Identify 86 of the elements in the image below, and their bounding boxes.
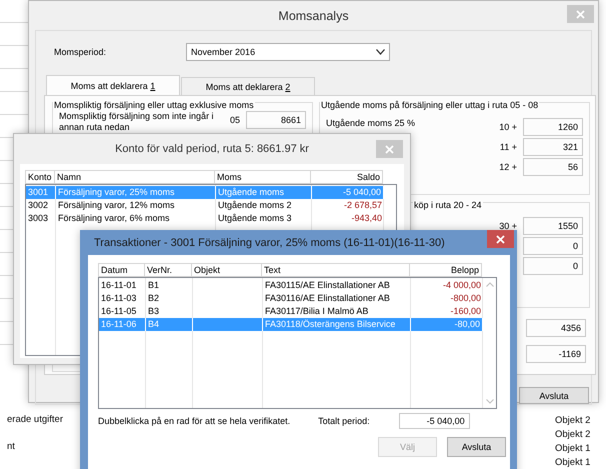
column-header[interactable]: Datum (98, 263, 145, 277)
close-dialog-button[interactable]: Avsluta (519, 387, 589, 404)
table-cell-text: B2 (147, 292, 160, 305)
table-cell-text: Utgående moms 3 (217, 212, 293, 225)
sheet-text: nt (7, 440, 16, 453)
field-label: Momspliktig försäljning som inte ingår i annan ruta nedan (59, 111, 215, 133)
column-header[interactable]: Text (262, 263, 410, 277)
table-cell: Försäljning varor, 25% moms (56, 186, 216, 199)
table-cell-text: FA30115/AE Elinstallationer AB (264, 279, 391, 292)
value-field[interactable]: 321 (523, 138, 583, 156)
table-cell-text: B1 (147, 279, 160, 292)
value-field[interactable]: 4356 (526, 319, 586, 337)
box-code: 11 + (500, 141, 517, 154)
sheet-text: Objekt 2 (555, 414, 590, 427)
total-label: Totalt period: (318, 414, 370, 428)
window-title: Transaktioner - 3001 Försäljning varor, 25% moms (16-11-01)(16-11-30) (94, 236, 445, 248)
sheet-text: Objekt 1 (555, 456, 590, 469)
table-cell-text: 3002 (27, 199, 50, 212)
box-code: 30 + (499, 220, 517, 233)
sheet-text: Objekt 1 (555, 442, 590, 455)
field-label: Utgående moms 25 % (326, 118, 416, 129)
value-field[interactable]: 56 (523, 158, 583, 176)
value-field[interactable]: 1260 (523, 118, 583, 136)
sheet-text: Objekt 2 (555, 428, 590, 441)
window-title: Momsanalys (278, 8, 349, 22)
table-cell-text: -4 000,00 (442, 279, 482, 292)
close-icon (385, 144, 394, 154)
column-header[interactable]: Saldo (311, 170, 383, 184)
column-header[interactable]: Objekt (192, 263, 262, 277)
scroll-up-icon[interactable] (486, 282, 494, 287)
table-cell-text: -160,00 (449, 305, 482, 318)
sheet-text: erade utgifter (7, 413, 63, 426)
table-cell-text: Försäljning varor, 12% moms (57, 199, 176, 212)
scroll-down-icon[interactable] (486, 399, 494, 404)
group-title: Utgående moms på försäljning eller uttag i ruta 05 - 08 (320, 99, 540, 111)
table-cell: FA30118/Österängens Bilservice (263, 318, 411, 331)
column-header[interactable]: Moms (215, 170, 311, 184)
box-code: 05 (228, 114, 240, 127)
box-code: 10 + (499, 121, 517, 134)
group-title: köp i ruta 20 - 24 (413, 199, 483, 211)
table-cell-text: B3 (147, 305, 160, 318)
group-title: Momspliktig försäljning eller uttag exklusive moms (53, 99, 255, 111)
column-header[interactable]: VerNr. (145, 263, 192, 277)
table-cell-text: Försäljning varor, 6% moms (57, 212, 171, 225)
table-cell-text: 16-11-01 (100, 279, 138, 292)
column-header[interactable]: Konto (25, 170, 55, 184)
value-field[interactable]: 0 (523, 257, 583, 275)
column-header[interactable]: Belopp (410, 263, 482, 277)
table-cell: 16-11-06 (99, 318, 146, 331)
value-field[interactable]: -1169 (526, 345, 586, 363)
table-cell-text: -800,00 (449, 292, 482, 305)
box-code: 12 + (499, 161, 517, 174)
table-cell-text: 3003 (27, 212, 50, 225)
value-field[interactable]: 8661 (246, 111, 306, 129)
list-row[interactable]: 16-11-05 B3 FA30117/Bilia I Malmö AB -160,00 (99, 305, 483, 318)
column-header[interactable]: Namn (55, 170, 215, 184)
table-cell-text: 16-11-05 (100, 305, 138, 318)
table-cell-text: 16-11-03 (100, 292, 138, 305)
value-field[interactable]: 0 (523, 237, 583, 255)
table-cell: -80,00 (411, 318, 483, 331)
close-button[interactable] (487, 230, 514, 248)
list-row[interactable]: 16-11-03 B2 FA30116/AE Elinstallationer AB -800,00 (99, 292, 483, 305)
value-field[interactable]: 1550 (523, 217, 583, 235)
period-label: Momsperiod: (54, 46, 106, 58)
window-title: Konto för vald period, ruta 5: 8661.97 kr (115, 143, 309, 155)
table-cell: -5 040,00 (312, 186, 384, 199)
list-row[interactable]: 3003 Försäljning varor, 6% moms Utgående moms 3 -943,40 (26, 212, 384, 225)
table-cell: Utgående moms (216, 186, 312, 199)
close-icon (496, 234, 505, 244)
table-cell: 3001 (26, 186, 56, 199)
hint-text: Dubbelklicka på en rad för att se hela verifikatet. (98, 414, 290, 428)
table-cell-text: -943,40 (350, 212, 383, 225)
period-dropdown[interactable]: November 2016 (186, 43, 390, 61)
close-icon (576, 10, 585, 18)
table-cell-text: FA30117/Bilia I Malmö AB (264, 305, 370, 318)
table-cell-text: -2 678,57 (342, 199, 383, 212)
table-cell-text: FA30116/AE Elinstallationer AB (264, 292, 391, 305)
dialog-button[interactable]: Avsluta (447, 437, 506, 457)
table-cell: B4 (146, 318, 193, 331)
chevron-down-icon (376, 49, 386, 55)
table-cell-text: Utgående moms 2 (217, 199, 293, 212)
list-row[interactable]: 16-11-01 B1 FA30115/AE Elinstallationer AB -4 000,00 (99, 279, 483, 292)
tab[interactable]: Moms att deklarera 2 (181, 77, 315, 95)
list-row[interactable]: 3002 Försäljning varor, 12% moms Utgående moms 2 -2 678,57 (26, 199, 384, 212)
total-field: -5 040,00 (398, 413, 470, 429)
tab[interactable]: Moms att deklarera 1 (46, 75, 180, 95)
